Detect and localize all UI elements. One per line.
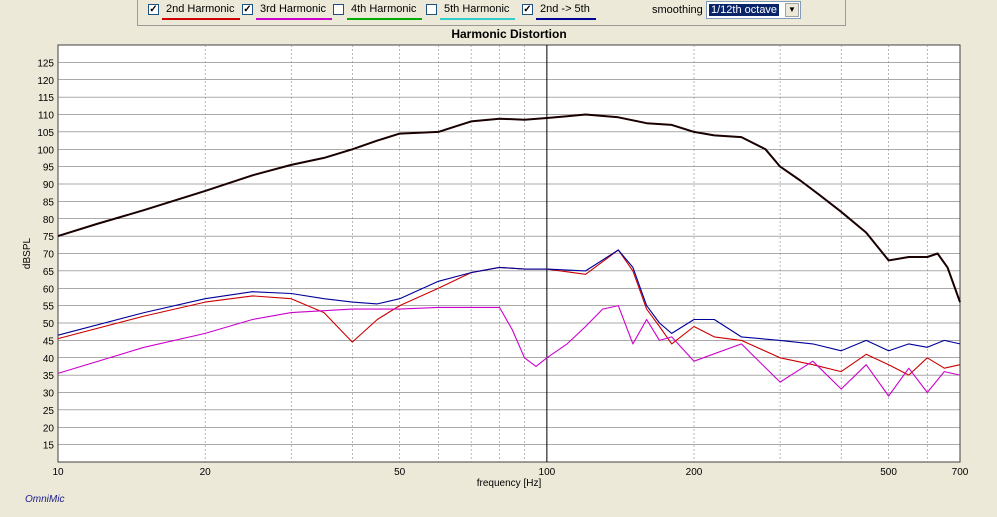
y-tick-label: 35 [43,371,55,382]
harmonic-2nd-toggle[interactable]: ✓ 2nd Harmonic [148,2,241,22]
label-sum: 2nd -> 5th [540,3,590,15]
x-tick-label: 200 [686,467,703,478]
y-tick-label: 30 [43,389,55,400]
chevron-down-icon[interactable]: ▼ [785,3,799,17]
checkbox-2nd[interactable]: ✓ [148,4,159,15]
x-tick-label: 20 [200,467,212,478]
harmonic-5th-toggle[interactable]: 5th Harmonic [426,2,516,22]
x-tick-label: 500 [880,467,897,478]
swatch-4th [347,18,423,20]
y-tick-label: 105 [37,128,54,139]
label-2nd: 2nd Harmonic [166,3,235,15]
y-tick-label: 15 [43,441,55,452]
y-tick-label: 25 [43,406,55,417]
y-tick-label: 115 [38,93,54,104]
smoothing-select[interactable]: 1/12th octave ▼ [706,1,801,19]
y-tick-label: 70 [43,250,55,261]
chart-title: Harmonic Distortion [451,27,566,41]
y-tick-label: 110 [38,111,54,122]
x-axis-label: frequency [Hz] [477,478,542,489]
y-tick-label: 120 [37,76,54,87]
harmonic-3rd-toggle[interactable]: ✓ 3rd Harmonic [242,2,333,22]
y-tick-label: 95 [43,163,55,174]
y-tick-label: 75 [43,232,55,243]
y-tick-label: 60 [43,284,55,295]
y-tick-label: 40 [43,354,55,365]
harmonic-4th-toggle[interactable]: 4th Harmonic [333,2,423,22]
y-tick-label: 90 [43,180,55,191]
label-4th: 4th Harmonic [351,3,417,15]
x-tick-label: 10 [52,467,64,478]
checkbox-3rd[interactable]: ✓ [242,4,253,15]
x-tick-label: 700 [952,467,969,478]
omnimic-brand: OmniMic [25,494,65,505]
y-tick-label: 80 [43,215,55,226]
smoothing-label: smoothing [652,4,703,16]
swatch-3rd [256,18,333,20]
x-tick-label: 50 [394,467,406,478]
y-tick-label: 85 [43,197,55,208]
harmonic-distortion-chart: Harmonic Distortion 15 20 25 30 35 40 45 50 55 60 6… [22,27,969,489]
checkbox-sum[interactable]: ✓ [522,4,533,15]
checkbox-4th[interactable] [333,4,344,15]
y-axis-label: dBSPL [22,237,33,269]
smoothing-value: 1/12th octave [709,4,780,16]
y-tick-label: 55 [43,302,55,313]
y-tick-label: 50 [43,319,55,330]
harmonics-toolbar: ✓ 2nd Harmonic ✓ 3rd Harmonic 4th Harmon… [137,0,846,26]
y-tick-label: 125 [37,58,54,69]
y-tick-label: 100 [37,145,54,156]
y-tick-label: 65 [43,267,55,278]
harmonic-sum-toggle[interactable]: ✓ 2nd -> 5th [522,2,596,22]
label-5th: 5th Harmonic [444,3,510,15]
x-tick-label: 100 [539,467,556,478]
label-3rd: 3rd Harmonic [260,3,327,15]
swatch-5th [440,18,516,20]
y-tick-label: 45 [43,336,55,347]
swatch-sum [536,18,596,20]
checkbox-5th[interactable] [426,4,437,15]
swatch-2nd [162,18,241,20]
y-tick-label: 20 [43,423,55,434]
